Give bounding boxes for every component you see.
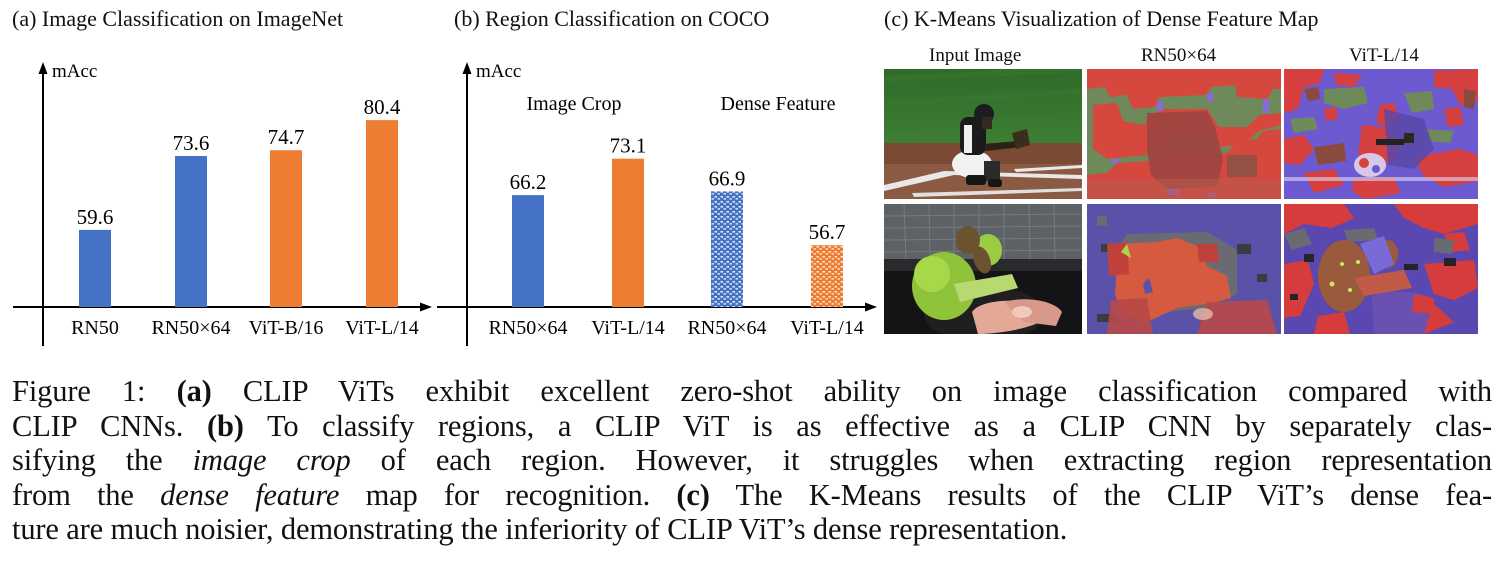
bar-rn50-0 [79, 229, 111, 307]
bar-vit-b-16-2 [270, 150, 302, 307]
baseball-input-image [884, 69, 1082, 199]
caption-text: of each region. However, it struggles wh… [350, 443, 1492, 477]
bar-rn50-64-1 [175, 156, 207, 307]
caption-panel-ref: (c) [676, 477, 710, 512]
bar-vit-l-14-3 [366, 120, 398, 307]
chart-a-imagenet: mAcc 59.6 73.6 74.7 80.4 RN50 RN50×64 ViT-B/1… [13, 61, 450, 346]
caption-text: from the [12, 477, 161, 512]
bar-vit-l-14-3 [811, 245, 843, 307]
caption-line: from the dense feature map for recogniti… [12, 478, 1492, 513]
x-tick-label: ViT-L/14 [790, 317, 864, 339]
x-tick-label: RN50 [71, 317, 119, 339]
x-tick-label: ViT-L/14 [591, 317, 665, 339]
caption-text: CLIP ViTs exhibit excellent zero-shot ab… [211, 374, 1492, 408]
value-label: 74.7 [268, 125, 305, 149]
caption-line: ture are much noisier, demonstrating the… [12, 512, 1492, 547]
caption-text: map for recognition. [339, 477, 677, 512]
baseball-rn50x64-kmeans [1087, 69, 1281, 199]
x-tick-label: ViT-L/14 [345, 317, 419, 339]
column-title-rn50x64: RN50×64 [1141, 45, 1217, 66]
group-label-dense-feature: Dense Feature [721, 93, 836, 115]
x-axis-arrow-icon [865, 302, 877, 312]
caption-line: Figure 1: (a) CLIP ViTs exhibit excellen… [12, 374, 1492, 409]
value-label: 66.9 [709, 166, 746, 190]
chart-b-coco: mAcc Image Crop Dense Feature 66.2 73.1 66.… [440, 61, 877, 346]
y-axis-arrow-icon [462, 62, 472, 74]
bar-rn50-64-2 [711, 191, 743, 307]
baseball-vitl14-kmeans [1284, 69, 1478, 199]
caption-text: The K-Means results of the CLIP ViT’s de… [709, 477, 1493, 512]
broccoli-input-image [884, 204, 1082, 334]
caption-emphasis: image crop [192, 443, 351, 477]
caption-panel-ref: (b) [206, 408, 244, 443]
caption-emphasis: dense feature [160, 477, 340, 512]
y-axis-label: mAcc [52, 61, 97, 82]
value-label: 73.1 [610, 134, 647, 158]
value-label: 66.2 [510, 170, 547, 194]
x-tick-label: RN50×64 [687, 317, 766, 339]
x-tick-label: RN50×64 [488, 317, 567, 339]
x-tick-label: RN50×64 [151, 317, 230, 339]
bar-vit-l-14-1 [612, 158, 644, 307]
caption-line: sifying the image crop of each region. H… [12, 443, 1492, 478]
figure-caption: Figure 1: (a) CLIP ViTs exhibit excellen… [12, 374, 1492, 547]
value-label: 73.6 [173, 131, 210, 155]
panel-c-title: (c) K-Means Visualization of Dense Featu… [884, 6, 1319, 31]
caption-line: CLIP CNNs. (b) To classify regions, a CL… [12, 409, 1492, 444]
y-axis-label: mAcc [476, 61, 521, 82]
column-title-input-image: Input Image [929, 45, 1022, 66]
value-label: 80.4 [364, 95, 401, 119]
broccoli-rn50x64-kmeans [1087, 204, 1281, 334]
caption-text: sifying the [12, 443, 193, 477]
y-axis-arrow-icon [38, 62, 48, 74]
value-label: 59.6 [77, 205, 114, 229]
broccoli-vitl14-kmeans [1284, 204, 1478, 334]
value-label: 56.7 [809, 220, 846, 244]
x-tick-label: ViT-B/16 [249, 317, 324, 339]
x-axis-arrow-icon [420, 302, 432, 312]
caption-text: ture are much noisier, demonstrating the… [12, 512, 1068, 546]
group-label-image-crop: Image Crop [527, 93, 622, 115]
caption-panel-ref: (a) [176, 374, 212, 408]
caption-text: CLIP CNNs. [12, 408, 207, 443]
caption-text: To classify regions, a CLIP ViT is as ef… [243, 408, 1493, 443]
column-title-vitl14: ViT-L/14 [1349, 45, 1419, 66]
caption-text: Figure 1: [12, 374, 177, 408]
bar-rn50-64-0 [512, 195, 544, 307]
